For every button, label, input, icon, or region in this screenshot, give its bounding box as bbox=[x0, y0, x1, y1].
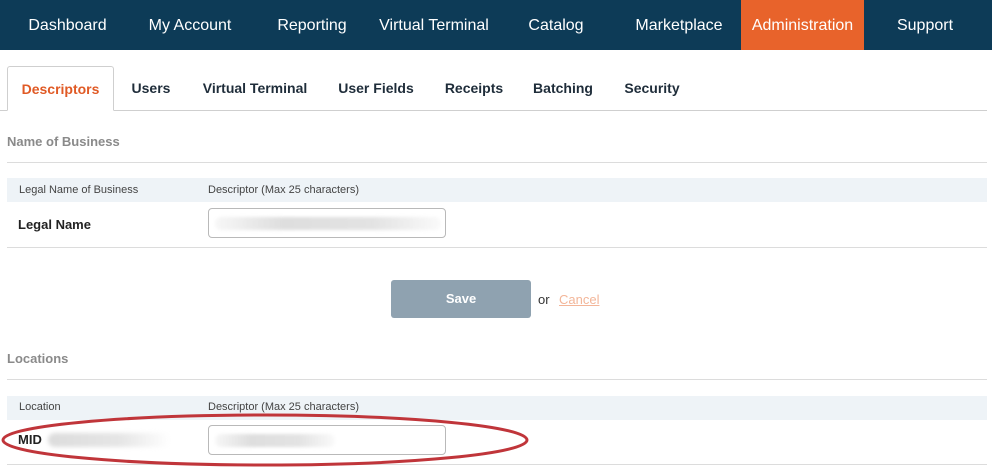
column-header-descriptor: Descriptor (Max 25 characters) bbox=[208, 401, 359, 413]
tab-security[interactable]: Security bbox=[618, 66, 686, 110]
divider bbox=[7, 379, 987, 380]
table-header-row bbox=[7, 396, 987, 420]
column-header-location: Location bbox=[19, 401, 61, 413]
row-label-legal-name: Legal Name bbox=[18, 217, 91, 232]
legal-name-descriptor-input[interactable] bbox=[208, 208, 446, 238]
tab-virtual-terminal[interactable]: Virtual Terminal bbox=[196, 66, 314, 110]
tab-descriptors[interactable]: Descriptors bbox=[7, 66, 114, 111]
top-navigation-bar: Dashboard My Account Reporting Virtual T… bbox=[0, 0, 992, 50]
redacted-mid-number bbox=[48, 433, 170, 447]
tab-users[interactable]: Users bbox=[124, 66, 178, 110]
nav-administration[interactable]: Administration bbox=[741, 0, 864, 50]
tab-receipts[interactable]: Receipts bbox=[438, 66, 510, 110]
cancel-link[interactable]: Cancel bbox=[559, 292, 599, 307]
divider bbox=[7, 464, 987, 465]
section-title-locations: Locations bbox=[7, 351, 69, 366]
save-button[interactable]: Save bbox=[391, 280, 531, 318]
column-header-descriptor: Descriptor (Max 25 characters) bbox=[208, 184, 359, 196]
redacted-value bbox=[215, 434, 335, 447]
tab-user-fields[interactable]: User Fields bbox=[333, 66, 419, 110]
nav-reporting[interactable]: Reporting bbox=[264, 0, 360, 50]
tab-batching[interactable]: Batching bbox=[527, 66, 599, 110]
column-header-legal-name-of-business: Legal Name of Business bbox=[19, 184, 139, 196]
nav-virtual-terminal[interactable]: Virtual Terminal bbox=[372, 0, 496, 50]
nav-catalog[interactable]: Catalog bbox=[516, 0, 596, 50]
section-title-name-of-business: Name of Business bbox=[7, 134, 120, 149]
row-label-mid: MID bbox=[18, 432, 42, 447]
redacted-value bbox=[215, 217, 441, 230]
divider bbox=[7, 162, 987, 163]
nav-marketplace[interactable]: Marketplace bbox=[625, 0, 733, 50]
nav-dashboard[interactable]: Dashboard bbox=[14, 0, 121, 50]
nav-support[interactable]: Support bbox=[884, 0, 966, 50]
location-descriptor-input[interactable] bbox=[208, 425, 446, 455]
administration-tabs: Descriptors Users Virtual Terminal User … bbox=[0, 66, 987, 111]
or-text: or bbox=[538, 292, 550, 307]
divider bbox=[7, 247, 987, 248]
table-header-row bbox=[7, 178, 987, 202]
nav-my-account[interactable]: My Account bbox=[135, 0, 245, 50]
